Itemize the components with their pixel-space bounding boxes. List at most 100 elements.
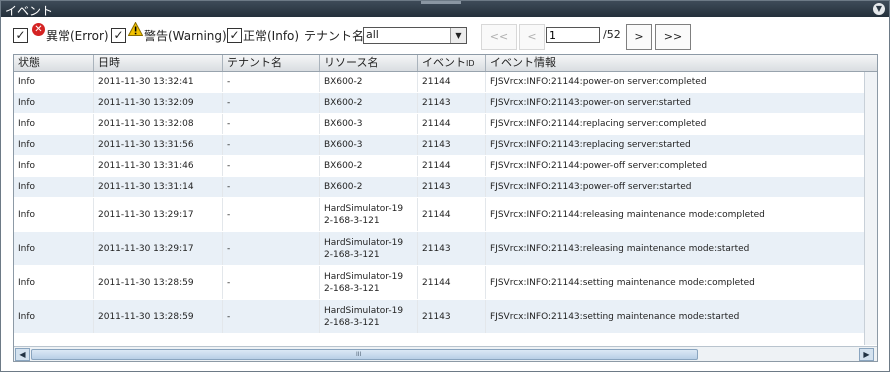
cell-datetime: 2011-11-30 13:32:41 xyxy=(94,72,223,92)
column-header-tenant[interactable]: テナント名 xyxy=(223,55,320,71)
table-body: Info 2011-11-30 13:32:41- BX600-2 21144 FJSV… xyxy=(14,72,865,345)
cell-tenant: - xyxy=(223,198,320,231)
error-filter-checkbox[interactable]: ✓ xyxy=(13,28,28,43)
cell-tenant: - xyxy=(223,72,320,92)
table-header: 状態 日時 テナント名 リソース名 イベントID イベント情報 xyxy=(14,55,877,72)
cell-status: Info xyxy=(14,266,94,299)
cell-resource: BX600-2 xyxy=(320,177,418,197)
page-total: /52 xyxy=(603,28,621,41)
cell-tenant: - xyxy=(223,114,320,134)
info-filter-label: 正常(Info) xyxy=(243,29,300,43)
cell-info: FJSVrcx:INFO:21144:power-off server:comp… xyxy=(486,156,865,176)
table-row[interactable]: Info 2011-11-30 13:31:14- BX600-2 21143 FJSV… xyxy=(14,177,865,198)
cell-tenant: - xyxy=(223,156,320,176)
column-header-datetime[interactable]: 日時 xyxy=(94,55,223,71)
cell-id: 21143 xyxy=(418,177,486,197)
warning-filter-checkbox[interactable]: ✓ xyxy=(111,28,126,43)
table-row[interactable]: Info 2011-11-30 13:28:59- HardSimulator-19… xyxy=(14,266,865,300)
cell-datetime: 2011-11-30 13:29:17 xyxy=(94,198,223,231)
cell-resource: BX600-3 xyxy=(320,135,418,155)
cell-info: FJSVrcx:INFO:21143:replacing server:star… xyxy=(486,135,865,155)
cell-info: FJSVrcx:INFO:21143:setting maintenance m… xyxy=(486,300,865,333)
cell-id: 21144 xyxy=(418,266,486,299)
cell-info: FJSVrcx:INFO:21143:releasing maintenance… xyxy=(486,232,865,265)
cell-id: 21144 xyxy=(418,72,486,92)
table-row[interactable]: Info 2011-11-30 13:28:59- HardSimulator-19… xyxy=(14,300,865,334)
resize-grip[interactable] xyxy=(421,1,461,4)
cell-tenant: - xyxy=(223,135,320,155)
cell-id: 21143 xyxy=(418,93,486,113)
prev-page-button[interactable]: < xyxy=(519,24,545,50)
table-row[interactable]: Info 2011-11-30 13:29:17- HardSimulator-19… xyxy=(14,198,865,232)
cell-status: Info xyxy=(14,198,94,231)
cell-tenant: - xyxy=(223,266,320,299)
table-row[interactable]: Info 2011-11-30 13:29:17- HardSimulator-19… xyxy=(14,232,865,266)
cell-id: 21144 xyxy=(418,198,486,231)
table-row[interactable]: Info 2011-11-30 13:32:41- BX600-2 21144 FJSV… xyxy=(14,72,865,93)
horizontal-scrollbar[interactable]: ◀ III ▶ xyxy=(14,346,877,361)
chevron-down-icon[interactable]: ▼ xyxy=(873,3,885,15)
cell-id: 21144 xyxy=(418,114,486,134)
filter-toolbar: ✓ ✕ 異常(Error) ✓ 警告(Warning) ✓ 正常(Info) テ… xyxy=(1,18,889,52)
cell-status: Info xyxy=(14,114,94,134)
column-header-event-id[interactable]: イベントID xyxy=(418,55,486,71)
first-page-button[interactable]: << xyxy=(481,24,517,50)
table-row[interactable]: Info 2011-11-30 13:31:56- BX600-3 21143 FJSV… xyxy=(14,135,865,156)
cell-id: 21143 xyxy=(418,300,486,333)
column-header-status[interactable]: 状態 xyxy=(14,55,94,71)
column-header-event-info[interactable]: イベント情報 xyxy=(486,55,877,71)
cell-info: FJSVrcx:INFO:21144:setting maintenance m… xyxy=(486,266,865,299)
page-number-input[interactable] xyxy=(546,27,600,43)
info-filter-checkbox[interactable]: ✓ xyxy=(227,28,242,43)
warning-filter-label: 警告(Warning) xyxy=(144,29,227,43)
scroll-left-icon[interactable]: ◀ xyxy=(15,348,30,361)
column-header-event-id-main: イベント xyxy=(422,56,466,69)
cell-id: 21143 xyxy=(418,232,486,265)
column-header-resource[interactable]: リソース名 xyxy=(320,55,418,71)
tenant-label: テナント名: xyxy=(304,29,369,43)
cell-datetime: 2011-11-30 13:28:59 xyxy=(94,266,223,299)
error-filter-label: 異常(Error) xyxy=(46,29,109,43)
cell-resource: BX600-2 xyxy=(320,156,418,176)
scroll-thumb-grip: III xyxy=(356,351,362,358)
cell-info: FJSVrcx:INFO:21143:power-on server:start… xyxy=(486,93,865,113)
last-page-button[interactable]: >> xyxy=(655,24,691,50)
table-row[interactable]: Info 2011-11-30 13:32:08- BX600-3 21144 FJSV… xyxy=(14,114,865,135)
cell-resource: BX600-2 xyxy=(320,72,418,92)
cell-info: FJSVrcx:INFO:21144:power-on server:compl… xyxy=(486,72,865,92)
horizontal-scroll-thumb[interactable]: III xyxy=(31,349,698,360)
cell-datetime: 2011-11-30 13:28:59 xyxy=(94,300,223,333)
cell-datetime: 2011-11-30 13:31:46 xyxy=(94,156,223,176)
cell-tenant: - xyxy=(223,177,320,197)
scroll-right-icon[interactable]: ▶ xyxy=(859,348,874,361)
cell-datetime: 2011-11-30 13:32:08 xyxy=(94,114,223,134)
panel-titlebar: イベント ▼ xyxy=(1,1,889,18)
next-page-button[interactable]: > xyxy=(626,24,652,50)
cell-datetime: 2011-11-30 13:29:17 xyxy=(94,232,223,265)
event-panel: イベント ▼ ✓ ✕ 異常(Error) ✓ 警告(Warning) ✓ 正常(… xyxy=(0,0,890,372)
cell-id: 21143 xyxy=(418,135,486,155)
cell-resource: BX600-3 xyxy=(320,114,418,134)
cell-tenant: - xyxy=(223,232,320,265)
cell-id: 21144 xyxy=(418,156,486,176)
cell-info: FJSVrcx:INFO:21144:replacing server:comp… xyxy=(486,114,865,134)
tenant-select-value: all xyxy=(366,28,379,41)
dropdown-arrow-icon[interactable]: ▼ xyxy=(450,28,466,43)
cell-status: Info xyxy=(14,135,94,155)
cell-status: Info xyxy=(14,93,94,113)
cell-tenant: - xyxy=(223,300,320,333)
cell-tenant: - xyxy=(223,93,320,113)
event-table: 状態 日時 テナント名 リソース名 イベントID イベント情報 Info 2011… xyxy=(13,54,878,362)
cell-resource: HardSimulator-19 2-168-3-121 xyxy=(320,300,418,333)
cell-resource: HardSimulator-19 2-168-3-121 xyxy=(320,198,418,231)
error-icon: ✕ xyxy=(32,23,45,36)
vertical-scrollbar[interactable] xyxy=(864,72,877,345)
cell-info: FJSVrcx:INFO:21144:releasing maintenance… xyxy=(486,198,865,231)
table-row[interactable]: Info 2011-11-30 13:32:09- BX600-2 21143 FJSV… xyxy=(14,93,865,114)
cell-resource: HardSimulator-19 2-168-3-121 xyxy=(320,232,418,265)
tenant-select[interactable]: all ▼ xyxy=(363,27,467,44)
warning-icon xyxy=(128,22,143,36)
table-row[interactable]: Info 2011-11-30 13:31:46- BX600-2 21144 FJSV… xyxy=(14,156,865,177)
cell-info: FJSVrcx:INFO:21143:power-off server:star… xyxy=(486,177,865,197)
cell-datetime: 2011-11-30 13:31:56 xyxy=(94,135,223,155)
